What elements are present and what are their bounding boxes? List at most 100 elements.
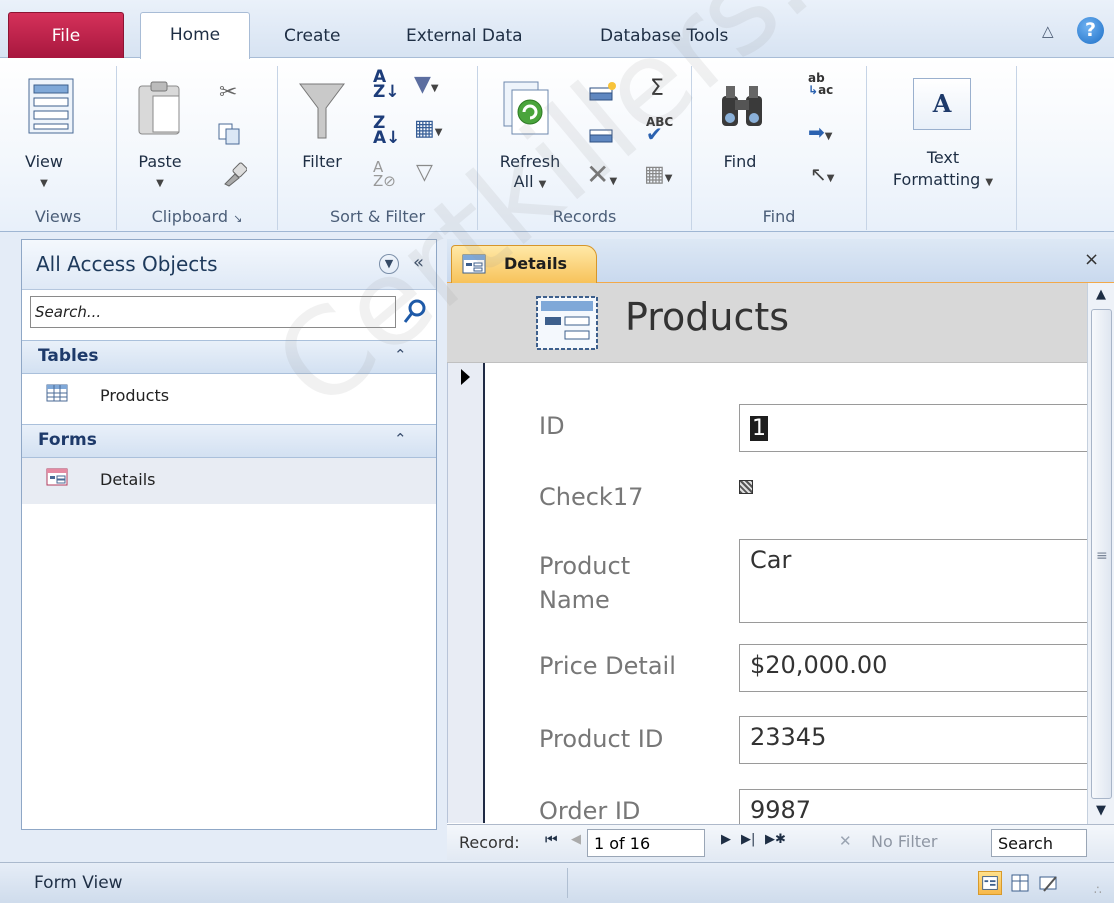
status-divider <box>567 868 568 898</box>
go-to-icon[interactable]: ➡▼ <box>808 120 832 144</box>
chevron-up-icon[interactable]: ⌃ <box>394 346 407 364</box>
format-painter-icon[interactable] <box>221 162 247 188</box>
document-area: Details × Products ID 1 Check17 Product N… <box>447 239 1114 860</box>
toggle-filter-icon[interactable]: ▽ <box>416 160 433 185</box>
refresh-all-text: All <box>513 172 534 191</box>
sort-ascending-icon[interactable]: A Z↓ <box>373 69 400 101</box>
more-records-icon[interactable]: ▦▼ <box>644 162 673 187</box>
filter-label: Filter <box>302 152 342 171</box>
chevron-down-icon: ▼ <box>156 178 164 189</box>
form-header: Products <box>447 283 1087 363</box>
copy-icon[interactable] <box>217 122 241 146</box>
design-view-icon[interactable] <box>1036 871 1060 895</box>
tab-home[interactable]: Home <box>140 12 250 59</box>
nav-title[interactable]: All Access Objects <box>36 252 218 276</box>
group-views: View ▼ Views <box>0 66 117 230</box>
current-record-input[interactable] <box>587 829 705 857</box>
close-icon[interactable]: × <box>1084 249 1099 270</box>
nav-search-input[interactable] <box>30 296 396 328</box>
document-tab-details[interactable]: Details <box>451 245 597 283</box>
no-filter-icon[interactable]: ✕ <box>839 832 852 850</box>
last-record-icon[interactable]: ▶| <box>741 832 755 847</box>
resize-grip-icon[interactable]: ∴ <box>1094 883 1102 897</box>
tab-database-tools[interactable]: Database Tools <box>596 14 732 58</box>
scroll-up-icon[interactable]: ▲ <box>1090 287 1112 307</box>
sort-descending-icon[interactable]: Z A↓ <box>373 115 400 147</box>
nav-item-products[interactable]: Products <box>22 374 436 420</box>
view-label: View <box>25 152 63 171</box>
filter-button[interactable]: Filter <box>288 72 356 190</box>
group-label-sort-filter: Sort & Filter <box>329 207 426 226</box>
find-label: Find <box>723 152 757 171</box>
nav-header[interactable]: All Access Objects ▼ « <box>22 240 436 290</box>
refresh-label: Refresh <box>499 152 561 171</box>
new-record-icon[interactable]: ▶✱ <box>765 832 786 847</box>
tab-external-data[interactable]: External Data <box>402 14 527 58</box>
search-icon[interactable] <box>402 298 428 326</box>
view-button[interactable]: View ▼ <box>14 72 104 190</box>
nav-item-details[interactable]: Details <box>22 458 436 504</box>
delete-record-icon[interactable]: ✕▼ <box>586 158 617 191</box>
tab-file[interactable]: File <box>8 12 124 58</box>
paste-label: Paste <box>138 152 182 171</box>
layout-view-icon[interactable] <box>1008 871 1032 895</box>
paste-button[interactable]: Paste ▼ <box>127 72 197 190</box>
shutter-bar-close-icon[interactable]: « <box>413 252 424 273</box>
nav-group-forms[interactable]: Forms ⌃ <box>22 424 436 458</box>
chevron-up-icon[interactable]: ⌃ <box>394 430 407 448</box>
totals-icon[interactable]: Σ <box>650 76 664 101</box>
binoculars-icon <box>722 86 762 126</box>
minimize-ribbon-icon[interactable]: △ <box>1042 22 1060 40</box>
nav-menu-dropdown-icon[interactable]: ▼ <box>379 254 399 274</box>
next-record-icon[interactable]: ▶ <box>721 832 731 847</box>
product-name-field[interactable]: Car <box>739 539 1099 623</box>
product-label-line2: Name <box>539 586 610 614</box>
record-search-input[interactable] <box>991 829 1087 857</box>
spelling-icon[interactable]: ABC ✔ <box>646 116 673 144</box>
previous-record-icon[interactable]: ◀ <box>571 832 581 847</box>
group-sort-filter: Filter A Z↓ Z A↓ A Z⊘ ▼▼ ▦▼ ▽ Sort & Filter <box>278 66 478 230</box>
replace-icon[interactable]: ab ↳ac <box>808 72 833 96</box>
nav-item-label: Products <box>100 386 170 405</box>
tab-create[interactable]: Create <box>280 14 345 58</box>
remove-sort-icon[interactable]: A Z⊘ <box>373 160 396 189</box>
find-button[interactable]: Find <box>702 72 778 190</box>
dialog-launcher-icon[interactable]: ↘ <box>233 212 242 225</box>
field-label-product-name: Product Name <box>539 549 630 617</box>
form-header-icon <box>536 296 598 350</box>
nav-group-tables[interactable]: Tables ⌃ <box>22 340 436 374</box>
group-find: Find ab ↳ac ➡▼ ↖▼ Find <box>692 66 867 230</box>
form-icon <box>462 254 486 274</box>
refresh-all-button[interactable]: Refresh All ▼ <box>488 72 572 191</box>
check17-checkbox[interactable] <box>739 480 753 494</box>
help-icon[interactable]: ? <box>1077 17 1104 44</box>
first-record-icon[interactable]: ⏮ <box>545 832 558 848</box>
group-label-views: Views <box>34 207 82 226</box>
selection-filter-icon[interactable]: ▼▼ <box>414 72 439 97</box>
price-detail-field[interactable]: $20,000.00 <box>739 644 1099 692</box>
scrollbar-thumb[interactable]: ≡ <box>1091 309 1112 799</box>
text-formatting-button[interactable]: A Text Formatting ▼ <box>875 72 1011 190</box>
order-id-field[interactable]: 9987 <box>739 789 1099 825</box>
form-view-icon[interactable] <box>978 871 1002 895</box>
product-label-line1: Product <box>539 552 631 580</box>
group-label-records: Records <box>552 207 617 226</box>
no-filter-label[interactable]: No Filter <box>871 832 937 851</box>
id-field[interactable]: 1 <box>739 404 1099 452</box>
advanced-filter-icon[interactable]: ▦▼ <box>414 116 443 141</box>
save-record-icon[interactable] <box>588 122 616 146</box>
record-selector[interactable] <box>447 363 485 823</box>
select-icon[interactable]: ↖▼ <box>810 162 834 186</box>
new-record-icon[interactable] <box>588 80 616 104</box>
document-tab-strip: Details × <box>447 239 1114 283</box>
group-label-find: Find <box>762 207 796 226</box>
scroll-down-icon[interactable]: ▼ <box>1090 803 1112 823</box>
group-records: Refresh All ▼ ✕▼ Σ ABC ✔ ▦▼ Records <box>478 66 692 230</box>
refresh-icon <box>503 81 549 135</box>
formatting-text: Formatting <box>892 170 981 189</box>
vertical-scrollbar[interactable]: ▲ ≡ ▼ <box>1087 283 1114 829</box>
cut-icon[interactable]: ✂ <box>219 80 237 105</box>
field-label-order-id: Order ID <box>539 797 641 825</box>
nav-group-label: Tables <box>38 346 99 366</box>
product-id-field[interactable]: 23345 <box>739 716 1099 764</box>
